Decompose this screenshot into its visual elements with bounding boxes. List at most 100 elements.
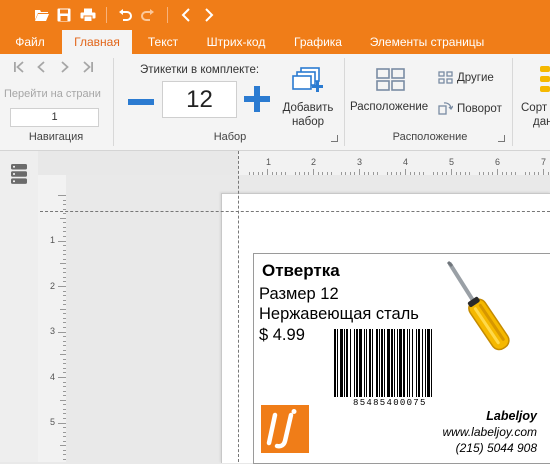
barcode[interactable] xyxy=(334,329,442,397)
tab-text[interactable]: Текст xyxy=(140,30,186,54)
vertical-guide-line[interactable] xyxy=(238,151,239,462)
barcode-bar xyxy=(418,329,420,397)
tab-file[interactable]: Файл xyxy=(6,30,54,54)
add-set-icon[interactable] xyxy=(292,66,324,99)
other-button[interactable]: Другие xyxy=(457,72,494,84)
ruler-number: 5 xyxy=(50,417,56,427)
layout-button[interactable]: Расположение xyxy=(350,101,428,113)
product-material[interactable]: Нержавеющая сталь xyxy=(259,305,419,324)
barcode-bar xyxy=(376,329,378,397)
barcode-bar xyxy=(422,329,423,397)
set-group-launcher-icon[interactable] xyxy=(331,135,338,142)
labeljoy-logo-icon[interactable] xyxy=(261,405,309,456)
tab-page-elements[interactable]: Элементы страницы xyxy=(358,30,496,54)
decrease-count-button[interactable] xyxy=(126,90,156,117)
barcode-bar xyxy=(416,329,417,397)
goto-page-label: Перейти на страни xyxy=(4,88,101,100)
barcode-bar xyxy=(399,329,402,397)
ruler-number: 3 xyxy=(357,157,363,167)
layout-icon[interactable] xyxy=(376,68,406,95)
barcode-bar xyxy=(397,329,398,397)
sort-label-line1: Сорт xyxy=(521,102,548,114)
barcode-bar xyxy=(384,329,385,397)
barcode-bar xyxy=(431,329,432,397)
print-icon[interactable] xyxy=(76,0,100,30)
layout-group-label: Расположение xyxy=(392,131,468,143)
undo-icon[interactable] xyxy=(113,0,137,30)
barcode-bar xyxy=(364,329,365,397)
add-set-label-line1: Добавить xyxy=(282,102,334,114)
barcode-bar xyxy=(403,329,405,397)
tab-graphics[interactable]: Графика xyxy=(284,30,352,54)
barcode-bar xyxy=(340,329,343,397)
barcode-bar xyxy=(427,329,430,397)
tab-home[interactable]: Главная xyxy=(62,30,132,54)
barcode-bar xyxy=(366,329,367,397)
back-icon[interactable] xyxy=(174,0,198,30)
barcode-bar xyxy=(379,329,380,397)
layout-group-launcher-icon[interactable] xyxy=(498,135,505,142)
rotate-icon[interactable] xyxy=(438,101,454,118)
screwdriver-image[interactable] xyxy=(444,258,516,361)
increase-count-button[interactable] xyxy=(242,84,272,117)
barcode-bar xyxy=(337,329,338,397)
barcode-bar xyxy=(369,329,371,397)
product-price[interactable]: $ 4.99 xyxy=(259,326,305,345)
ruler-tick xyxy=(58,331,66,333)
horizontal-guide-line[interactable] xyxy=(40,211,550,212)
ruler-number: 3 xyxy=(50,326,56,336)
redo-icon[interactable] xyxy=(136,0,160,30)
sort-label-line2: дан xyxy=(533,116,550,128)
label-preview[interactable]: Отвертка Размер 12 Нержавеющая сталь $ 4… xyxy=(253,253,550,464)
barcode-bar xyxy=(381,329,383,397)
folder-open-icon[interactable] xyxy=(30,0,54,30)
ruler-number: 2 xyxy=(50,281,56,291)
website[interactable]: www.labeljoy.com xyxy=(443,425,537,439)
save-icon[interactable] xyxy=(52,0,76,30)
ruler-number: 7 xyxy=(541,157,547,167)
toolbar-separator xyxy=(106,7,107,23)
ruler-tick xyxy=(58,195,66,196)
barcode-bar xyxy=(356,329,358,397)
ruler-number: 5 xyxy=(449,157,455,167)
other-layouts-icon[interactable] xyxy=(438,71,453,87)
ruler-tick xyxy=(58,422,66,424)
toolbar-separator xyxy=(167,7,168,23)
page-number-input[interactable]: 1 xyxy=(10,108,99,127)
ruler-number: 6 xyxy=(495,157,501,167)
next-page-icon[interactable] xyxy=(60,60,70,76)
previous-page-icon[interactable] xyxy=(36,60,46,76)
ruler-number: 4 xyxy=(50,372,56,382)
database-icon[interactable] xyxy=(10,163,28,188)
first-page-icon[interactable] xyxy=(13,60,25,76)
group-separator xyxy=(344,58,345,146)
barcode-bar xyxy=(391,329,393,397)
barcode-bar xyxy=(346,329,348,397)
barcode-bar xyxy=(372,329,373,397)
product-title[interactable]: Отвертка xyxy=(262,261,340,281)
forward-icon[interactable] xyxy=(197,0,221,30)
labels-count-input[interactable]: 12 xyxy=(162,81,237,118)
product-size[interactable]: Размер 12 xyxy=(259,285,339,304)
group-separator xyxy=(512,58,513,146)
last-page-icon[interactable] xyxy=(82,60,94,76)
group-separator xyxy=(113,58,114,146)
sort-data-button[interactable]: Сорт дан xyxy=(521,101,550,129)
barcode-bar xyxy=(425,329,426,397)
add-set-button[interactable]: Добавить набор xyxy=(279,101,337,129)
ruler-number: 2 xyxy=(311,157,317,167)
tab-barcode[interactable]: Штрих-код xyxy=(196,30,276,54)
rotate-button[interactable]: Поворот xyxy=(457,103,502,115)
left-side-panel xyxy=(0,151,39,462)
sort-data-icon[interactable] xyxy=(540,66,550,97)
brand-name[interactable]: Labeljoy xyxy=(486,409,537,423)
phone-number[interactable]: (215) 5044 908 xyxy=(456,441,537,455)
ruler-tick xyxy=(58,286,66,287)
barcode-bar xyxy=(407,329,408,397)
add-set-label-line2: набор xyxy=(291,116,325,128)
barcode-bar xyxy=(387,329,390,397)
barcode-bar xyxy=(354,329,355,397)
barcode-bar xyxy=(344,329,345,397)
ruler-number: 1 xyxy=(50,235,56,245)
menu-bar: Файл Главная Текст Штрих-код Графика Эле… xyxy=(0,30,550,54)
